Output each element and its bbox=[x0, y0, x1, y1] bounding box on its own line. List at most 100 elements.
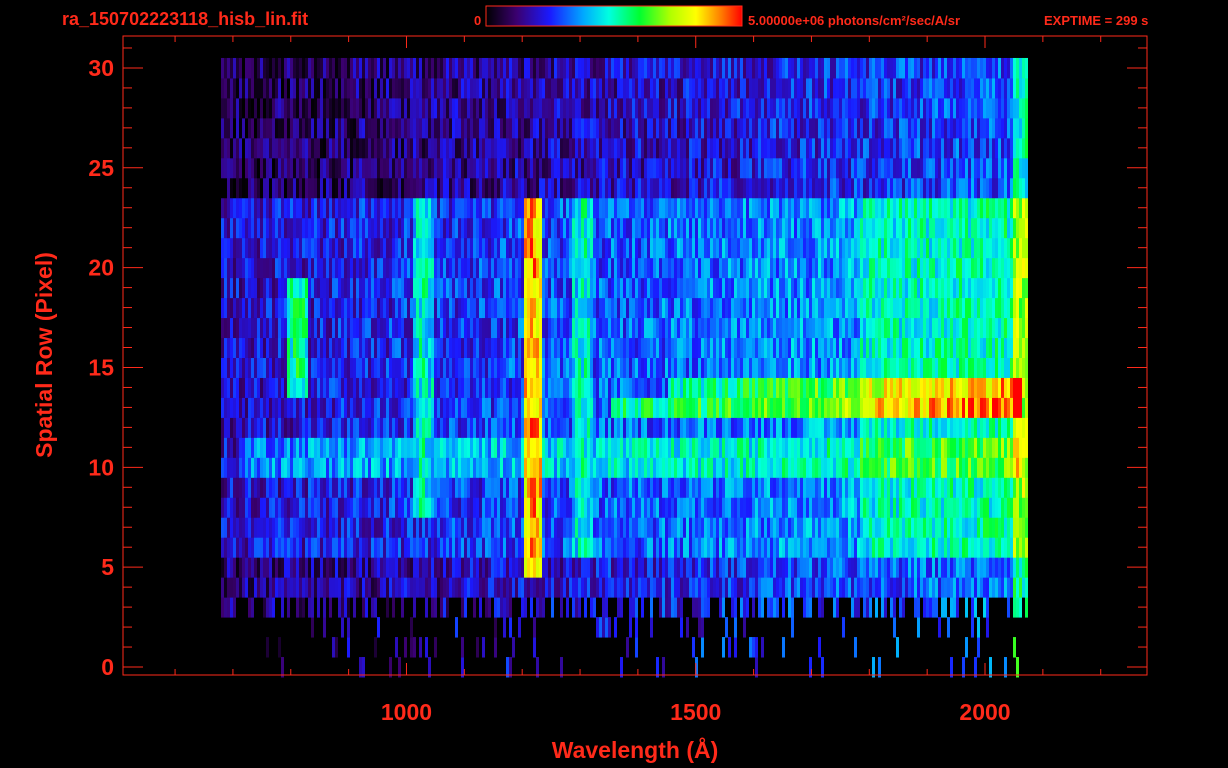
heatmap-cell bbox=[332, 297, 335, 319]
heatmap-cell bbox=[425, 557, 428, 578]
heatmap-cell bbox=[566, 257, 569, 279]
heatmap-cell bbox=[629, 377, 632, 398]
heatmap-cell bbox=[590, 297, 593, 319]
heatmap-cell bbox=[608, 537, 611, 558]
heatmap-cell bbox=[1013, 277, 1016, 299]
heatmap-cell bbox=[608, 277, 611, 299]
heatmap-cell bbox=[1016, 337, 1019, 358]
heatmap-cell bbox=[977, 297, 980, 319]
heatmap-cell bbox=[569, 237, 572, 259]
heatmap-cell bbox=[236, 297, 239, 319]
heatmap-cell bbox=[944, 457, 947, 478]
heatmap-cell bbox=[512, 457, 515, 478]
heatmap-cell bbox=[410, 237, 413, 259]
heatmap-cell bbox=[650, 597, 653, 618]
heatmap-cell bbox=[701, 537, 704, 558]
heatmap-cell bbox=[500, 577, 503, 598]
heatmap-cell bbox=[695, 377, 698, 398]
heatmap-cell bbox=[608, 297, 611, 319]
heatmap-cell bbox=[1022, 497, 1025, 518]
heatmap-cell bbox=[866, 457, 869, 478]
heatmap-cell bbox=[659, 457, 662, 478]
heatmap-cell bbox=[344, 517, 347, 538]
heatmap-cell bbox=[227, 357, 230, 378]
heatmap-cell bbox=[947, 557, 950, 578]
heatmap-cell bbox=[434, 337, 437, 358]
heatmap-cell bbox=[944, 277, 947, 299]
heatmap-cell bbox=[1001, 537, 1004, 558]
heatmap-cell bbox=[716, 557, 719, 578]
heatmap-cell bbox=[677, 437, 680, 458]
heatmap-cell bbox=[869, 317, 872, 339]
heatmap-cell bbox=[854, 397, 857, 418]
heatmap-cell bbox=[539, 577, 542, 598]
heatmap-cell bbox=[719, 457, 722, 478]
heatmap-cell bbox=[248, 317, 251, 339]
heatmap-cell bbox=[341, 417, 344, 438]
heatmap-cell bbox=[950, 517, 953, 538]
heatmap-cell bbox=[731, 277, 734, 299]
heatmap-cell bbox=[737, 417, 740, 438]
heatmap-cell bbox=[527, 537, 530, 558]
heatmap-cell bbox=[368, 357, 371, 378]
heatmap-cell bbox=[398, 237, 401, 259]
heatmap-cell bbox=[290, 257, 293, 279]
heatmap-cell bbox=[983, 357, 986, 378]
heatmap-cell bbox=[602, 377, 605, 398]
heatmap-cell bbox=[815, 417, 818, 438]
heatmap-cell bbox=[509, 577, 512, 598]
heatmap-cell bbox=[704, 257, 707, 279]
heatmap-cell bbox=[434, 517, 437, 538]
heatmap-cell bbox=[341, 377, 344, 398]
heatmap-cell bbox=[620, 537, 623, 558]
heatmap-cell bbox=[644, 237, 647, 259]
heatmap-cell bbox=[278, 337, 281, 358]
heatmap-cell bbox=[746, 537, 749, 558]
heatmap-cell bbox=[764, 317, 767, 339]
heatmap-cell bbox=[995, 357, 998, 378]
heatmap-cell bbox=[575, 577, 578, 598]
heatmap-cell bbox=[545, 397, 548, 418]
heatmap-cell bbox=[836, 457, 839, 478]
heatmap-cell bbox=[767, 497, 770, 518]
heatmap-cell bbox=[872, 657, 875, 678]
heatmap-cell bbox=[488, 397, 491, 418]
heatmap-cell bbox=[551, 457, 554, 478]
heatmap-cell bbox=[485, 297, 488, 319]
heatmap-cell bbox=[854, 517, 857, 538]
heatmap-cell bbox=[692, 417, 695, 438]
heatmap-cell bbox=[332, 337, 335, 358]
heatmap-cell bbox=[743, 457, 746, 478]
heatmap-cell bbox=[956, 277, 959, 299]
heatmap-cell bbox=[944, 497, 947, 518]
heatmap-cell bbox=[1025, 457, 1028, 478]
heatmap-cell bbox=[653, 297, 656, 319]
heatmap-cell bbox=[818, 477, 821, 498]
heatmap-cell bbox=[710, 537, 713, 558]
heatmap-cell bbox=[542, 357, 545, 378]
heatmap-cell bbox=[422, 497, 425, 518]
heatmap-cell bbox=[602, 577, 605, 598]
heatmap-cell bbox=[515, 317, 518, 339]
heatmap-cell bbox=[365, 337, 368, 358]
heatmap-cell bbox=[440, 237, 443, 259]
heatmap-cell bbox=[257, 477, 260, 498]
heatmap-cell bbox=[608, 517, 611, 538]
heatmap-cell bbox=[389, 537, 392, 558]
heatmap-cell bbox=[914, 557, 917, 578]
heatmap-cell bbox=[422, 237, 425, 259]
heatmap-cell bbox=[623, 477, 626, 498]
heatmap-cell bbox=[284, 277, 287, 299]
heatmap-cell bbox=[257, 317, 260, 339]
heatmap-cell bbox=[929, 597, 932, 618]
heatmap-cell bbox=[536, 557, 539, 578]
heatmap-cell bbox=[482, 497, 485, 518]
heatmap-cell bbox=[758, 497, 761, 518]
heatmap-cell bbox=[641, 537, 644, 558]
heatmap-cell bbox=[965, 337, 968, 358]
heatmap-cell bbox=[638, 557, 641, 578]
heatmap-cell bbox=[446, 557, 449, 578]
heatmap-cell bbox=[935, 477, 938, 498]
heatmap-cell bbox=[500, 397, 503, 418]
heatmap-cell bbox=[695, 477, 698, 498]
